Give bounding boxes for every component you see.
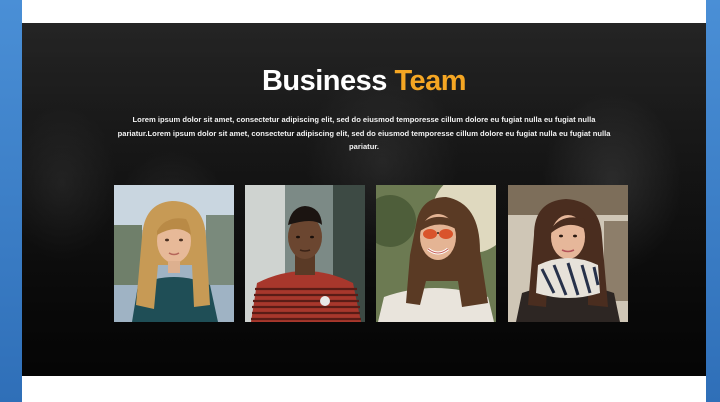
portrait-image (508, 185, 628, 322)
portrait-image (245, 185, 365, 322)
team-photo-man-striped-shirt[interactable] (245, 185, 365, 322)
slide-top-strip (22, 0, 706, 23)
team-photo-grid (114, 185, 628, 322)
section-description: Lorem ipsum dolor sit amet, consectetur … (117, 115, 611, 151)
team-photo-woman-blonde[interactable] (114, 185, 234, 322)
title-accent: Team (394, 65, 467, 97)
title-main: Business (261, 65, 387, 97)
section-title: Business Team (22, 65, 706, 98)
portrait-image (114, 185, 234, 322)
team-photo-woman-scarf[interactable] (508, 185, 628, 322)
left-frame-band (0, 0, 22, 402)
portrait-image (376, 185, 496, 322)
team-photo-woman-sunglasses[interactable] (376, 185, 496, 322)
slide-bottom-strip (22, 376, 706, 402)
business-team-section: Business Team Lorem ipsum dolor sit amet… (22, 23, 706, 376)
